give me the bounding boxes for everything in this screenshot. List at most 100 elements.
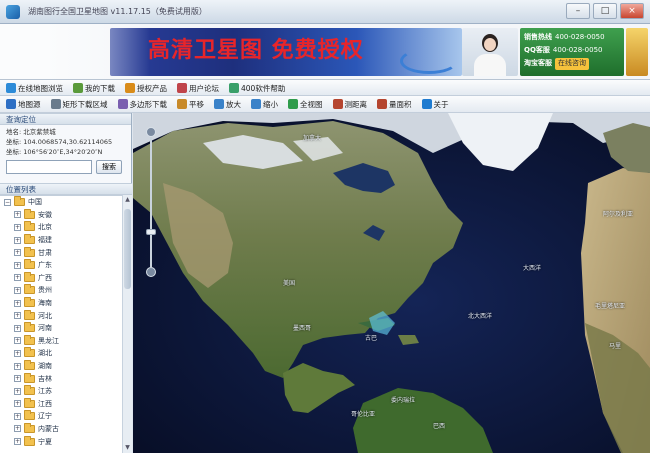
toolbar2-button-1[interactable]: 矩形下载区域 <box>49 98 110 110</box>
toolbar1-button-0[interactable]: 在线地图浏览 <box>4 82 65 94</box>
map-label: 毛里塔尼亚 <box>595 303 626 310</box>
banner-side-strip <box>626 28 648 76</box>
ad-banner[interactable]: 高清卫星图 免费授权 销售热线 400-028-0050 QQ客服 400-028-… <box>0 24 650 80</box>
tree-item[interactable]: + 河南 <box>0 322 122 335</box>
expand-icon[interactable]: + <box>14 375 21 383</box>
close-button[interactable]: × <box>620 3 644 19</box>
tree-item[interactable]: + 黑龙江 <box>0 334 122 348</box>
expand-icon[interactable]: + <box>14 223 21 231</box>
folder-icon <box>24 422 35 433</box>
tree-item[interactable]: + 福建 <box>0 234 122 247</box>
toolbar2-button-8[interactable]: 量面积 <box>375 98 414 110</box>
expand-icon[interactable]: + <box>14 261 21 269</box>
toolbar2-button-4[interactable]: 放大 <box>212 98 243 110</box>
expand-icon[interactable]: + <box>14 312 21 320</box>
expand-icon[interactable]: + <box>14 412 21 420</box>
expand-icon[interactable]: + <box>14 324 21 332</box>
toolbar2-button-6[interactable]: 全视图 <box>286 98 325 110</box>
tree-item[interactable]: + 湖北 <box>0 347 122 360</box>
contact-row-qq: QQ客服 400-028-0050 <box>524 46 603 54</box>
expand-icon[interactable]: + <box>14 286 21 294</box>
expand-icon[interactable]: + <box>14 337 21 345</box>
tree-item[interactable]: + 甘肃 <box>0 246 122 259</box>
map-toolbar: 地图源 矩形下载区域 多边形下载 平移 放大 缩小 全视图 测距离 量面积 关于 <box>0 96 650 113</box>
zoom-slider-thumb[interactable] <box>146 229 156 235</box>
tree-item[interactable]: + 湖南 <box>0 360 122 373</box>
tree-item-label: 福建 <box>38 236 52 245</box>
expand-icon[interactable]: + <box>14 236 21 244</box>
tree-item[interactable]: + 内蒙古 <box>0 422 122 436</box>
expand-icon[interactable]: + <box>14 299 21 307</box>
toolbar1-button-1[interactable]: 我的下载 <box>71 82 117 94</box>
expand-icon[interactable]: + <box>14 400 21 408</box>
collapse-icon[interactable]: − <box>4 198 11 206</box>
tree-item[interactable]: + 吉林 <box>0 372 122 385</box>
tree-item[interactable]: + 宁夏 <box>0 435 122 448</box>
app-icon <box>6 5 20 19</box>
online-consult-button[interactable]: 在线咨询 <box>555 58 589 70</box>
tree-item[interactable]: + 江苏 <box>0 385 122 398</box>
expand-icon[interactable]: + <box>14 438 21 446</box>
expand-icon[interactable]: + <box>14 425 21 433</box>
tree-item[interactable]: + 江西 <box>0 397 122 411</box>
expand-icon[interactable]: + <box>14 211 21 219</box>
tree-item[interactable]: + 安徽 <box>0 208 122 222</box>
tree-item[interactable]: + 广东 <box>0 259 122 272</box>
toolbar1-button-3[interactable]: 用户论坛 <box>175 82 221 94</box>
tree-item-label: 河南 <box>38 324 52 333</box>
tree-item[interactable]: + 贵州 <box>0 284 122 297</box>
expand-icon[interactable]: + <box>14 387 21 395</box>
help-icon <box>229 83 239 93</box>
tree-item[interactable]: + 北京 <box>0 221 122 234</box>
toolbar2-button-7[interactable]: 测距离 <box>331 98 370 110</box>
toolbar2-button-2[interactable]: 多边形下载 <box>116 98 170 110</box>
folder-icon <box>24 221 35 232</box>
main-toolbar: 在线地图浏览 我的下载 授权产品 用户论坛 400软件帮助 <box>0 80 650 96</box>
polygon-icon <box>117 99 128 109</box>
tree-item[interactable]: + 广西 <box>0 271 122 285</box>
layers-icon <box>6 99 16 109</box>
search-input[interactable] <box>6 160 92 174</box>
toolbar2-button-3[interactable]: 平移 <box>175 98 206 110</box>
expand-icon[interactable]: + <box>14 362 21 370</box>
tree-item-label: 贵州 <box>38 286 52 295</box>
toolbar2-button-label: 矩形下载区域 <box>62 99 108 109</box>
tree-item-label: 海南 <box>38 299 52 308</box>
toolbar2-button-5[interactable]: 缩小 <box>249 98 280 110</box>
scroll-up-arrow-icon[interactable]: ▲ <box>124 196 131 204</box>
tree-item-label: 宁夏 <box>38 437 52 446</box>
rect-select-icon <box>50 99 61 109</box>
tree-item[interactable]: − 中国 <box>0 196 122 209</box>
toolbar2-button-9[interactable]: 关于 <box>420 98 451 110</box>
tree-item-label: 广西 <box>38 273 52 282</box>
tree-scrollbar[interactable]: ▲ ▼ <box>122 195 132 453</box>
folder-icon <box>24 334 35 345</box>
tree-item[interactable]: + 河北 <box>0 309 122 322</box>
zoom-slider[interactable] <box>145 127 157 277</box>
info-icon <box>421 99 432 109</box>
expand-icon[interactable]: + <box>14 249 21 257</box>
tree-panel-header: 位置列表 <box>0 183 132 195</box>
folder-icon <box>24 284 35 295</box>
scroll-thumb[interactable] <box>124 209 131 289</box>
tree-item[interactable]: + 海南 <box>0 297 122 310</box>
scroll-down-arrow-icon[interactable]: ▼ <box>124 444 131 452</box>
maximize-button[interactable]: □ <box>593 3 617 19</box>
minimize-button[interactable]: – <box>566 3 590 19</box>
toolbar2-button-label: 测距离 <box>344 99 368 109</box>
toolbar1-button-2[interactable]: 授权产品 <box>123 82 169 94</box>
satellite-map-view[interactable]: 加拿大 美国 墨西哥 北大西洋 大西洋 巴西 委内瑞拉 哥伦比亚 古巴 毛里塔尼… <box>133 113 650 453</box>
toolbar2-button-0[interactable]: 地图源 <box>4 98 43 110</box>
expand-icon[interactable]: + <box>14 349 21 357</box>
toolbar1-button-4[interactable]: 400软件帮助 <box>227 82 287 94</box>
tree-item-label: 广东 <box>38 261 52 270</box>
map-label: 墨西哥 <box>293 325 312 332</box>
search-button[interactable]: 搜索 <box>96 160 122 174</box>
toolbar2-button-label: 量面积 <box>389 99 412 109</box>
zoom-in-knob-icon[interactable] <box>146 127 156 137</box>
expand-icon[interactable]: + <box>14 274 21 282</box>
tree-item[interactable]: + 辽宁 <box>0 410 122 423</box>
tree-item-label: 黑龙江 <box>38 336 59 345</box>
zoom-out-knob-icon[interactable] <box>146 267 156 277</box>
map-label: 马里 <box>609 343 622 350</box>
